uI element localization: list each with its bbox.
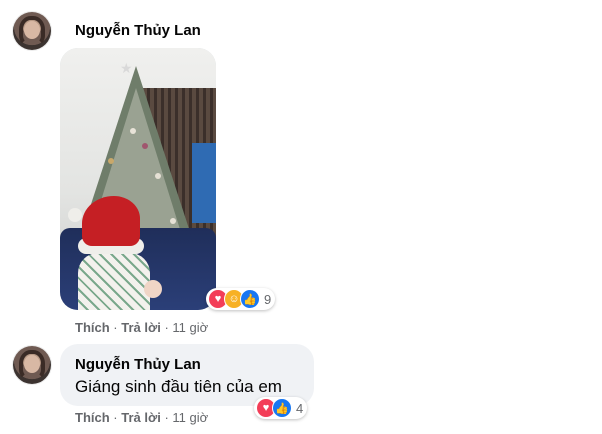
- comment-text: Giáng sinh đầu tiên của em: [75, 377, 282, 396]
- reply-link[interactable]: Trả lời: [121, 320, 161, 335]
- like-icon: 👍: [240, 289, 260, 309]
- avatar-face: [24, 21, 40, 39]
- comment-actions: Thích · Trả lời · 11 giờ: [75, 410, 208, 425]
- like-link[interactable]: Thích: [75, 320, 110, 335]
- comment-author[interactable]: Nguyễn Thủy Lan: [75, 356, 201, 373]
- photo-baby-hand: [144, 280, 162, 298]
- ornament: [155, 173, 161, 179]
- avatar-face: [24, 355, 40, 373]
- ornament: [142, 143, 148, 149]
- comment-actions: Thích · Trả lời · 11 giờ: [75, 320, 208, 335]
- photo-baby: [78, 253, 150, 310]
- comment-photo[interactable]: ★: [60, 48, 216, 310]
- santa-hat-pompom: [68, 208, 82, 222]
- like-link[interactable]: Thích: [75, 410, 110, 425]
- avatar[interactable]: [13, 346, 51, 384]
- comment-author[interactable]: Nguyễn Thủy Lan: [75, 22, 201, 39]
- ornament: [170, 218, 176, 224]
- like-icon: 👍: [272, 398, 292, 418]
- reaction-count: 9: [264, 291, 272, 307]
- timestamp-link[interactable]: 11 giờ: [172, 320, 208, 335]
- avatar[interactable]: [13, 12, 51, 50]
- santa-hat: [82, 196, 140, 246]
- reaction-count: 4: [296, 400, 304, 416]
- ornament: [108, 158, 114, 164]
- ornament: [130, 128, 136, 134]
- tree-star-icon: ★: [120, 60, 133, 76]
- reaction-summary[interactable]: ♥ ☺ 👍 9: [206, 288, 276, 310]
- reply-link[interactable]: Trả lời: [121, 410, 161, 425]
- reaction-summary[interactable]: ♥ 👍 4: [254, 397, 308, 419]
- timestamp-link[interactable]: 11 giờ: [172, 410, 208, 425]
